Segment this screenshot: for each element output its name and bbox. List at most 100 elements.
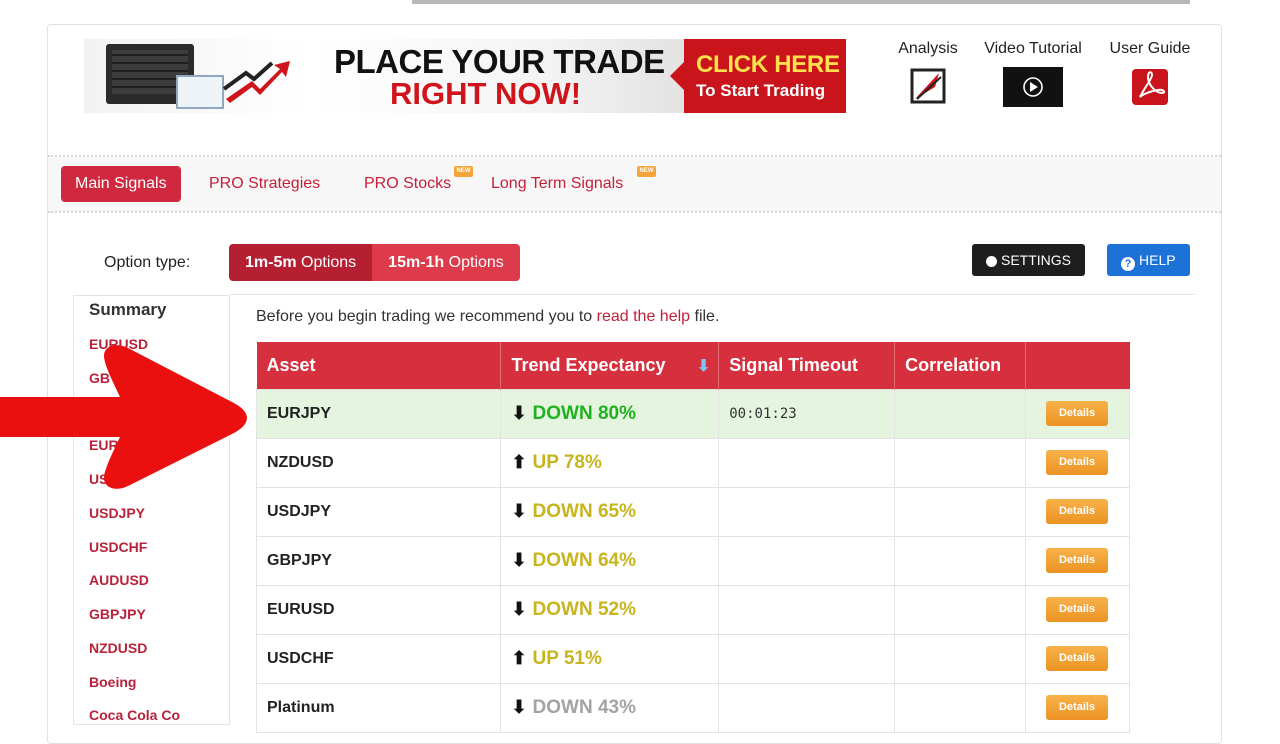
tab-main-signals[interactable]: Main Signals — [61, 166, 181, 202]
trend-cell: ⬆ UP 78% — [500, 437, 720, 488]
col-signal-timeout[interactable]: Signal Timeout — [718, 342, 896, 389]
table-row: NZDUSD ⬆ UP 78% Details — [255, 437, 1130, 488]
tab-pro-stocks[interactable]: PRO Stocks — [350, 166, 465, 202]
details-cell: Details — [1025, 388, 1130, 439]
signals-table: Asset Trend Expectancy ⬇ Signal Timeout C… — [255, 342, 1130, 733]
sidebar-item[interactable]: USDCHF — [89, 539, 147, 555]
correlation-cell — [894, 584, 1027, 635]
trend-cell: ⬇ DOWN 80% — [500, 388, 720, 439]
details-button[interactable]: Details — [1046, 597, 1109, 622]
asset-cell: EURJPY — [255, 388, 502, 439]
settings-label: SETTINGS — [1001, 252, 1072, 268]
start-trading-button[interactable]: CLICK HERE To Start Trading — [670, 39, 846, 113]
toolbar-divider — [230, 294, 1195, 295]
sidebar-item[interactable]: NZDUSD — [89, 640, 147, 656]
trend-cell: ⬇ DOWN 64% — [500, 535, 720, 586]
banner-subheadline: RIGHT NOW! — [390, 76, 582, 111]
col-correlation[interactable]: Correlation — [894, 342, 1027, 389]
details-button[interactable]: Details — [1046, 450, 1109, 475]
table-row: Platinum ⬇ DOWN 43% Details — [255, 682, 1130, 733]
video-tutorial-link[interactable]: Video Tutorial — [976, 40, 1090, 107]
timeout-cell — [718, 535, 896, 586]
analysis-link[interactable]: Analysis — [893, 40, 963, 105]
nav-divider — [48, 211, 1221, 213]
col-asset[interactable]: Asset — [256, 342, 502, 389]
user-guide-link[interactable]: User Guide — [1103, 40, 1197, 107]
arrow-down-icon: ⬇ — [511, 500, 527, 521]
help-button[interactable]: ? HELP — [1107, 244, 1190, 276]
option-type-group: 1m-5m Options 15m-1h Options — [229, 244, 520, 281]
option-type-label: Option type: — [104, 254, 191, 271]
option-15m-1h-button[interactable]: 15m-1h Options — [372, 244, 520, 281]
sidebar-item[interactable]: USDJPY — [89, 505, 145, 521]
table-row: USDCHF ⬆ UP 51% Details — [255, 633, 1130, 684]
help-label: HELP — [1139, 252, 1176, 268]
arrow-up-icon: ⬆ — [511, 647, 527, 668]
sidebar-item[interactable]: AUDUSD — [89, 572, 149, 588]
arrow-down-icon: ⬇ — [511, 402, 527, 423]
sidebar-item[interactable]: Coca Cola Co — [89, 707, 180, 723]
pdf-icon — [1132, 69, 1168, 105]
pointer-arrow-icon — [0, 345, 247, 489]
table-row: USDJPY ⬇ DOWN 65% Details — [255, 486, 1130, 537]
correlation-cell — [894, 388, 1027, 439]
arrow-down-icon: ⬇ — [511, 696, 527, 717]
details-cell: Details — [1025, 633, 1130, 684]
trend-cell: ⬇ DOWN 43% — [500, 682, 720, 733]
arrow-down-icon: ⬇ — [511, 598, 527, 619]
timeout-cell — [718, 486, 896, 537]
details-button[interactable]: Details — [1046, 401, 1109, 426]
correlation-cell — [894, 682, 1027, 733]
cta-line1: CLICK HERE — [696, 51, 840, 78]
tab-long-term-signals[interactable]: Long Term Signals — [477, 166, 637, 202]
rising-arrow-icon — [222, 61, 290, 103]
details-cell: Details — [1025, 682, 1130, 733]
question-icon: ? — [1121, 257, 1135, 271]
arrow-down-icon: ⬇ — [511, 549, 527, 570]
user-guide-label: User Guide — [1109, 40, 1191, 57]
col-trend-expectancy[interactable]: Trend Expectancy ⬇ — [500, 342, 720, 389]
new-badge: NEW — [454, 166, 473, 177]
timeout-cell — [718, 633, 896, 684]
details-cell: Details — [1025, 486, 1130, 537]
table-row: EURUSD ⬇ DOWN 52% Details — [255, 584, 1130, 635]
asset-cell: EURUSD — [255, 584, 502, 635]
analysis-label: Analysis — [898, 40, 958, 57]
sidebar-item[interactable]: GBPJPY — [89, 606, 146, 622]
read-help-link[interactable]: read the help — [597, 308, 690, 325]
timeout-cell — [718, 584, 896, 635]
play-icon — [1003, 67, 1063, 107]
option-1m-5m-button[interactable]: 1m-5m Options — [229, 244, 373, 281]
trend-cell: ⬆ UP 51% — [500, 633, 720, 684]
help-note: Before you begin trading we recommend yo… — [256, 308, 720, 325]
trend-cell: ⬇ DOWN 65% — [500, 486, 720, 537]
video-tutorial-label: Video Tutorial — [984, 40, 1082, 57]
details-button[interactable]: Details — [1046, 646, 1109, 671]
timeout-cell — [718, 682, 896, 733]
trade-banner[interactable]: PLACE YOUR TRADE RIGHT NOW! CLICK HERE T… — [84, 39, 846, 113]
analysis-icon — [910, 68, 946, 104]
details-cell: Details — [1025, 584, 1130, 635]
sidebar-item[interactable]: Boeing — [89, 674, 136, 690]
sort-down-icon[interactable]: ⬇ — [697, 356, 710, 376]
tab-pro-strategies[interactable]: PRO Strategies — [195, 166, 334, 202]
details-button[interactable]: Details — [1046, 548, 1109, 573]
trend-cell: ⬇ DOWN 52% — [500, 584, 720, 635]
gear-icon — [986, 256, 997, 267]
asset-cell: USDJPY — [255, 486, 502, 537]
timeout-cell — [718, 437, 896, 488]
tablet-image — [176, 75, 224, 109]
new-badge: NEW — [637, 166, 656, 177]
asset-cell: NZDUSD — [255, 437, 502, 488]
asset-cell: Platinum — [255, 682, 502, 733]
correlation-cell — [894, 486, 1027, 537]
details-button[interactable]: Details — [1046, 695, 1109, 720]
correlation-cell — [894, 633, 1027, 684]
summary-heading: Summary — [89, 300, 167, 319]
arrow-up-icon: ⬆ — [511, 451, 527, 472]
asset-cell: GBPJPY — [255, 535, 502, 586]
details-button[interactable]: Details — [1046, 499, 1109, 524]
settings-button[interactable]: SETTINGS — [972, 244, 1086, 276]
table-row: GBPJPY ⬇ DOWN 64% Details — [255, 535, 1130, 586]
correlation-cell — [894, 535, 1027, 586]
